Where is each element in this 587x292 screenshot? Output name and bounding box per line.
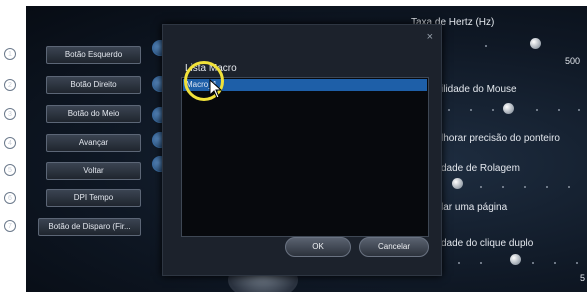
left-click-button[interactable]: Botão Esquerdo [46, 46, 141, 64]
forward-button[interactable]: Avançar [46, 134, 141, 152]
double-click-slider-knob[interactable] [510, 254, 521, 265]
macro-list[interactable]: Macro_1 [181, 77, 429, 237]
scroll-speed-slider-knob[interactable] [452, 178, 463, 189]
right-click-button[interactable]: Botão Direito [46, 76, 141, 94]
scroll-page-label: lar uma página [441, 202, 508, 213]
button-3-marker: 3 [4, 108, 16, 120]
scroll-speed-label: dade de Rolagem [441, 163, 520, 174]
precision-label: lhorar precisão do ponteiro [441, 133, 560, 144]
hertz-slider[interactable] [440, 43, 570, 49]
button-4-marker: 4 [4, 137, 16, 149]
ok-button[interactable]: OK [285, 237, 351, 257]
sensitivity-label: ilidade do Mouse [441, 84, 517, 95]
hertz-slider-knob[interactable] [530, 38, 541, 49]
sensitivity-slider-knob[interactable] [503, 103, 514, 114]
hertz-value: 500 [565, 56, 581, 66]
fire-button[interactable]: Botão de Disparo (Fir... [38, 218, 141, 236]
cancel-button[interactable]: Cancelar [359, 237, 429, 257]
middle-button[interactable]: Botão do Meio [46, 105, 141, 123]
screen: 1 2 3 4 5 6 7 Botão Esquerdo Botão Direi… [0, 0, 587, 292]
button-7-marker: 7 [4, 220, 16, 232]
dpi-button[interactable]: DPI Tempo [46, 189, 141, 207]
button-6-marker: 6 [4, 192, 16, 204]
close-icon[interactable]: × [427, 31, 433, 43]
back-button[interactable]: Voltar [46, 162, 141, 180]
button-5-marker: 5 [4, 164, 16, 176]
button-2-marker: 2 [4, 79, 16, 91]
double-click-label: dade do clique duplo [441, 238, 534, 249]
button-1-marker: 1 [4, 48, 16, 60]
mouse-cursor-icon [209, 79, 223, 99]
double-click-value: 5 [580, 273, 586, 283]
